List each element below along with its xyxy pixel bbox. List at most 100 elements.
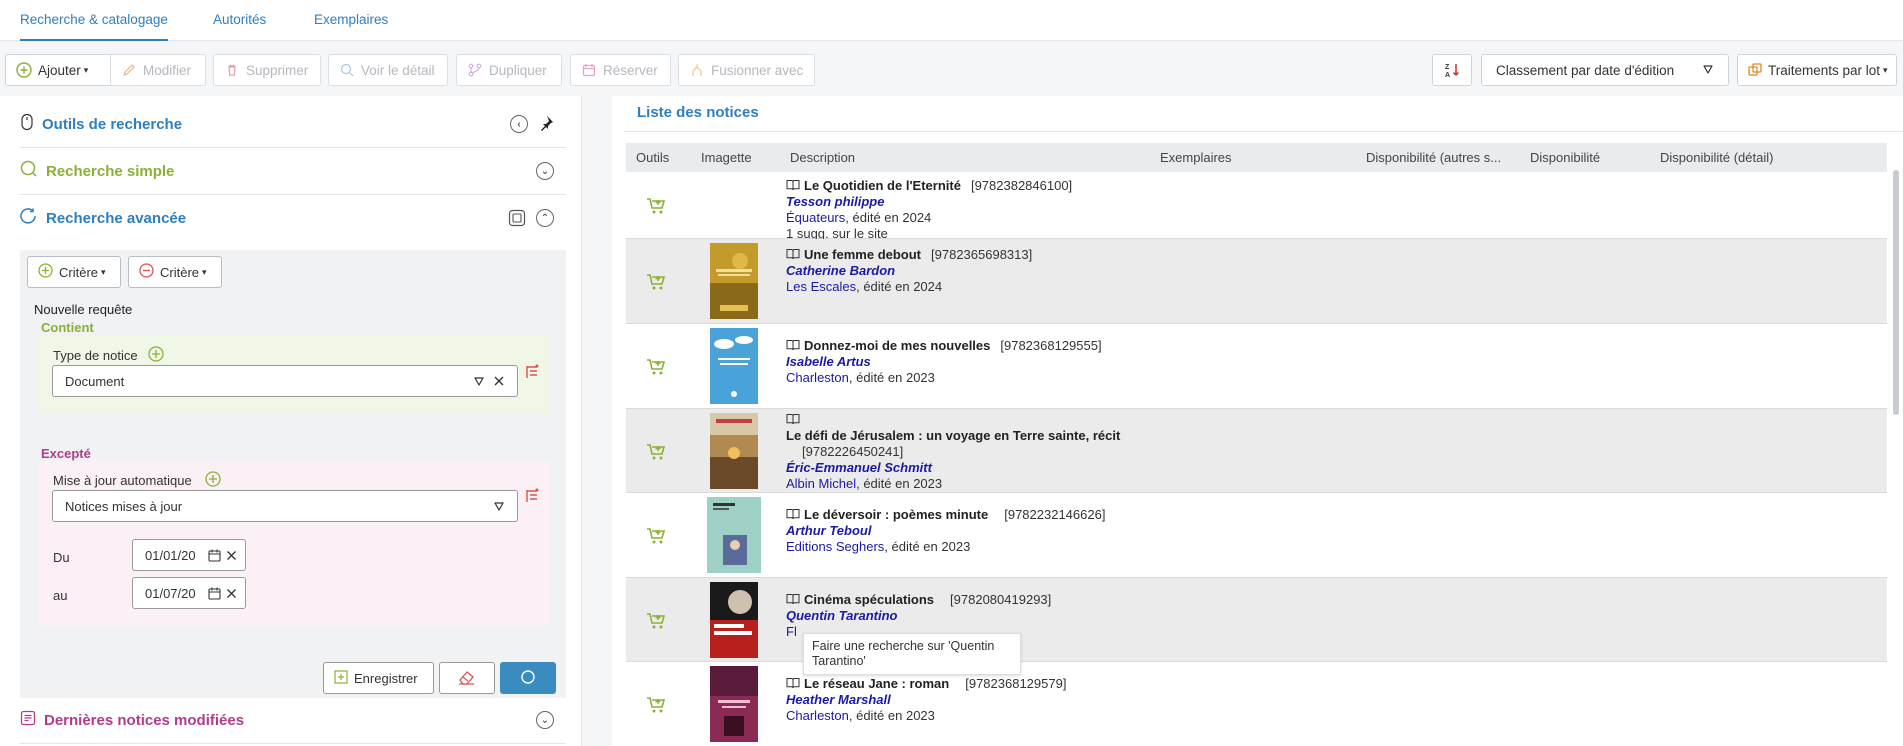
chevron-down-icon[interactable]: ⌄: [536, 711, 554, 729]
add-to-cart-icon[interactable]: [646, 272, 666, 292]
book-cover-thumbnail[interactable]: [710, 243, 758, 319]
add-to-cart-icon[interactable]: [646, 526, 666, 546]
chevron-down-icon[interactable]: ⌄: [536, 162, 554, 180]
delete-button[interactable]: Supprimer: [213, 54, 321, 86]
simple-search-header[interactable]: Recherche simple ⌄: [20, 148, 566, 195]
remove-criterion-icon[interactable]: [525, 364, 539, 383]
column-header[interactable]: Description: [790, 150, 855, 165]
clear-button[interactable]: [439, 662, 495, 694]
search-button[interactable]: [500, 662, 556, 694]
column-header[interactable]: Outils: [636, 150, 669, 165]
toolbar: Ajouter ▾ Modifier Supprimer Voir le déta…: [0, 41, 1903, 97]
table-row[interactable]: Une femme debout [9782365698313] Catherin…: [626, 239, 1887, 324]
notice-title[interactable]: Donnez-moi de mes nouvelles: [804, 338, 990, 353]
add-to-cart-icon[interactable]: [646, 357, 666, 377]
tab-recherche-catalogage[interactable]: Recherche & catalogage: [20, 0, 168, 41]
notice-author[interactable]: Heather Marshall: [786, 692, 1066, 708]
table-row[interactable]: Le déversoir : poèmes minute [97822321466…: [626, 493, 1887, 578]
column-header[interactable]: Exemplaires: [1160, 150, 1232, 165]
view-detail-button[interactable]: Voir le détail: [328, 54, 448, 86]
svg-text:Z: Z: [1445, 64, 1450, 71]
book-cover-thumbnail[interactable]: [710, 328, 758, 404]
close-icon[interactable]: [226, 550, 237, 561]
add-to-cart-icon[interactable]: [646, 695, 666, 715]
notice-author[interactable]: Catherine Bardon: [786, 263, 1032, 279]
pin-icon[interactable]: [538, 115, 554, 135]
caret-down-icon: ▾: [202, 266, 207, 277]
to-date-value: 01/07/20: [145, 585, 196, 601]
notice-description: Le défi de Jérusalem : un voyage en Terr…: [786, 412, 1120, 492]
notice-title[interactable]: Le défi de Jérusalem : un voyage en Terr…: [786, 428, 1120, 443]
notice-publisher[interactable]: Albin Michel: [786, 476, 856, 491]
collapse-panel-icon[interactable]: ‹: [510, 115, 528, 133]
add-value-icon[interactable]: [148, 346, 164, 365]
search-icon: [20, 160, 38, 182]
notice-type-select[interactable]: Document: [52, 365, 518, 397]
notice-title[interactable]: Le Quotidien de l'Eternité: [804, 178, 961, 193]
edit-button[interactable]: Modifier: [110, 54, 206, 86]
notice-author[interactable]: Isabelle Artus: [786, 354, 1102, 370]
table-row[interactable]: Le défi de Jérusalem : un voyage en Terr…: [626, 409, 1887, 493]
save-query-button[interactable]: Enregistrer: [323, 662, 434, 694]
table-row[interactable]: Donnez-moi de mes nouvelles [978236812955…: [626, 324, 1887, 409]
close-icon[interactable]: [493, 375, 505, 387]
add-to-cart-icon[interactable]: [646, 611, 666, 631]
column-header[interactable]: Disponibilité: [1530, 150, 1600, 165]
notice-publisher[interactable]: Editions Seghers: [786, 539, 884, 554]
tab-autorites[interactable]: Autorités: [213, 0, 266, 41]
remove-criterion-icon[interactable]: [525, 488, 539, 507]
notice-author[interactable]: Arthur Teboul: [786, 523, 1105, 539]
vertical-scrollbar[interactable]: [1893, 170, 1899, 415]
notice-author[interactable]: Tesson philippe: [786, 194, 1072, 210]
notice-publisher[interactable]: Charleston: [786, 708, 849, 723]
auto-update-select[interactable]: Notices mises à jour: [52, 490, 518, 522]
calendar-icon[interactable]: [208, 549, 221, 562]
notice-publisher[interactable]: Charleston: [786, 370, 849, 385]
add-to-cart-icon[interactable]: [646, 196, 666, 216]
notice-title[interactable]: Une femme debout: [804, 247, 921, 262]
merge-button[interactable]: Fusionner avec: [678, 54, 815, 86]
table-row[interactable]: Le Quotidien de l'Eternité [9782382846100…: [626, 172, 1887, 241]
simple-search-title: Recherche simple: [46, 162, 175, 180]
tab-exemplaires[interactable]: Exemplaires: [314, 0, 388, 41]
from-date-input[interactable]: 01/01/20: [132, 539, 246, 571]
chevron-up-icon[interactable]: ⌃: [536, 209, 554, 227]
chevron-down-icon: [474, 377, 484, 386]
reserve-button[interactable]: Réserver: [570, 54, 671, 86]
search-tools-panel: Outils de recherche ‹ Recherche simple ⌄…: [0, 96, 582, 746]
calendar-icon[interactable]: [208, 587, 221, 600]
column-header[interactable]: Disponibilité (détail): [1660, 150, 1773, 165]
book-cover-thumbnail[interactable]: [710, 413, 758, 489]
sort-order-button[interactable]: ZA: [1432, 54, 1472, 86]
add-to-cart-icon[interactable]: [646, 442, 666, 462]
notice-publisher[interactable]: Équateurs: [786, 210, 845, 225]
book-cover-thumbnail[interactable]: [710, 666, 758, 742]
notice-title[interactable]: Le réseau Jane : roman: [804, 676, 949, 691]
notice-title[interactable]: Le déversoir : poèmes minute: [804, 507, 988, 522]
remove-criteria-button[interactable]: Critère ▾: [128, 256, 222, 288]
caret-down-icon: ▾: [1883, 64, 1888, 75]
column-header[interactable]: Imagette: [701, 150, 752, 165]
save-query-icon[interactable]: [508, 209, 526, 231]
close-icon[interactable]: [226, 588, 237, 599]
to-date-input[interactable]: 01/07/20: [132, 577, 246, 609]
notice-author[interactable]: Quentin Tarantino: [786, 608, 1051, 624]
book-cover-thumbnail[interactable]: [710, 582, 758, 658]
last-modified-title: Dernières notices modifiées: [44, 711, 245, 729]
except-label: Excepté: [41, 446, 91, 461]
add-value-icon[interactable]: [205, 471, 221, 490]
book-cover-thumbnail[interactable]: [707, 497, 761, 573]
notice-edition: , édité en 2024: [845, 210, 932, 225]
column-header[interactable]: Disponibilité (autres s...: [1366, 150, 1501, 165]
notice-edition: , édité en 2023: [856, 476, 943, 491]
batch-processing-button[interactable]: Traitements par lot ▾: [1737, 54, 1897, 86]
notice-author[interactable]: Éric-Emmanuel Schmitt: [786, 460, 1120, 476]
notice-publisher[interactable]: Les Escales: [786, 279, 856, 294]
add-criteria-button[interactable]: Critère ▾: [27, 256, 121, 288]
notice-title[interactable]: Cinéma spéculations: [804, 592, 934, 607]
advanced-search-header[interactable]: Recherche avancée ⌃: [20, 195, 566, 242]
sort-select[interactable]: Classement par date d'édition: [1481, 54, 1729, 86]
duplicate-button[interactable]: Dupliquer: [456, 54, 562, 86]
notice-publisher[interactable]: Fl: [786, 624, 797, 639]
last-modified-header[interactable]: Dernières notices modifiées ⌄: [20, 697, 566, 744]
